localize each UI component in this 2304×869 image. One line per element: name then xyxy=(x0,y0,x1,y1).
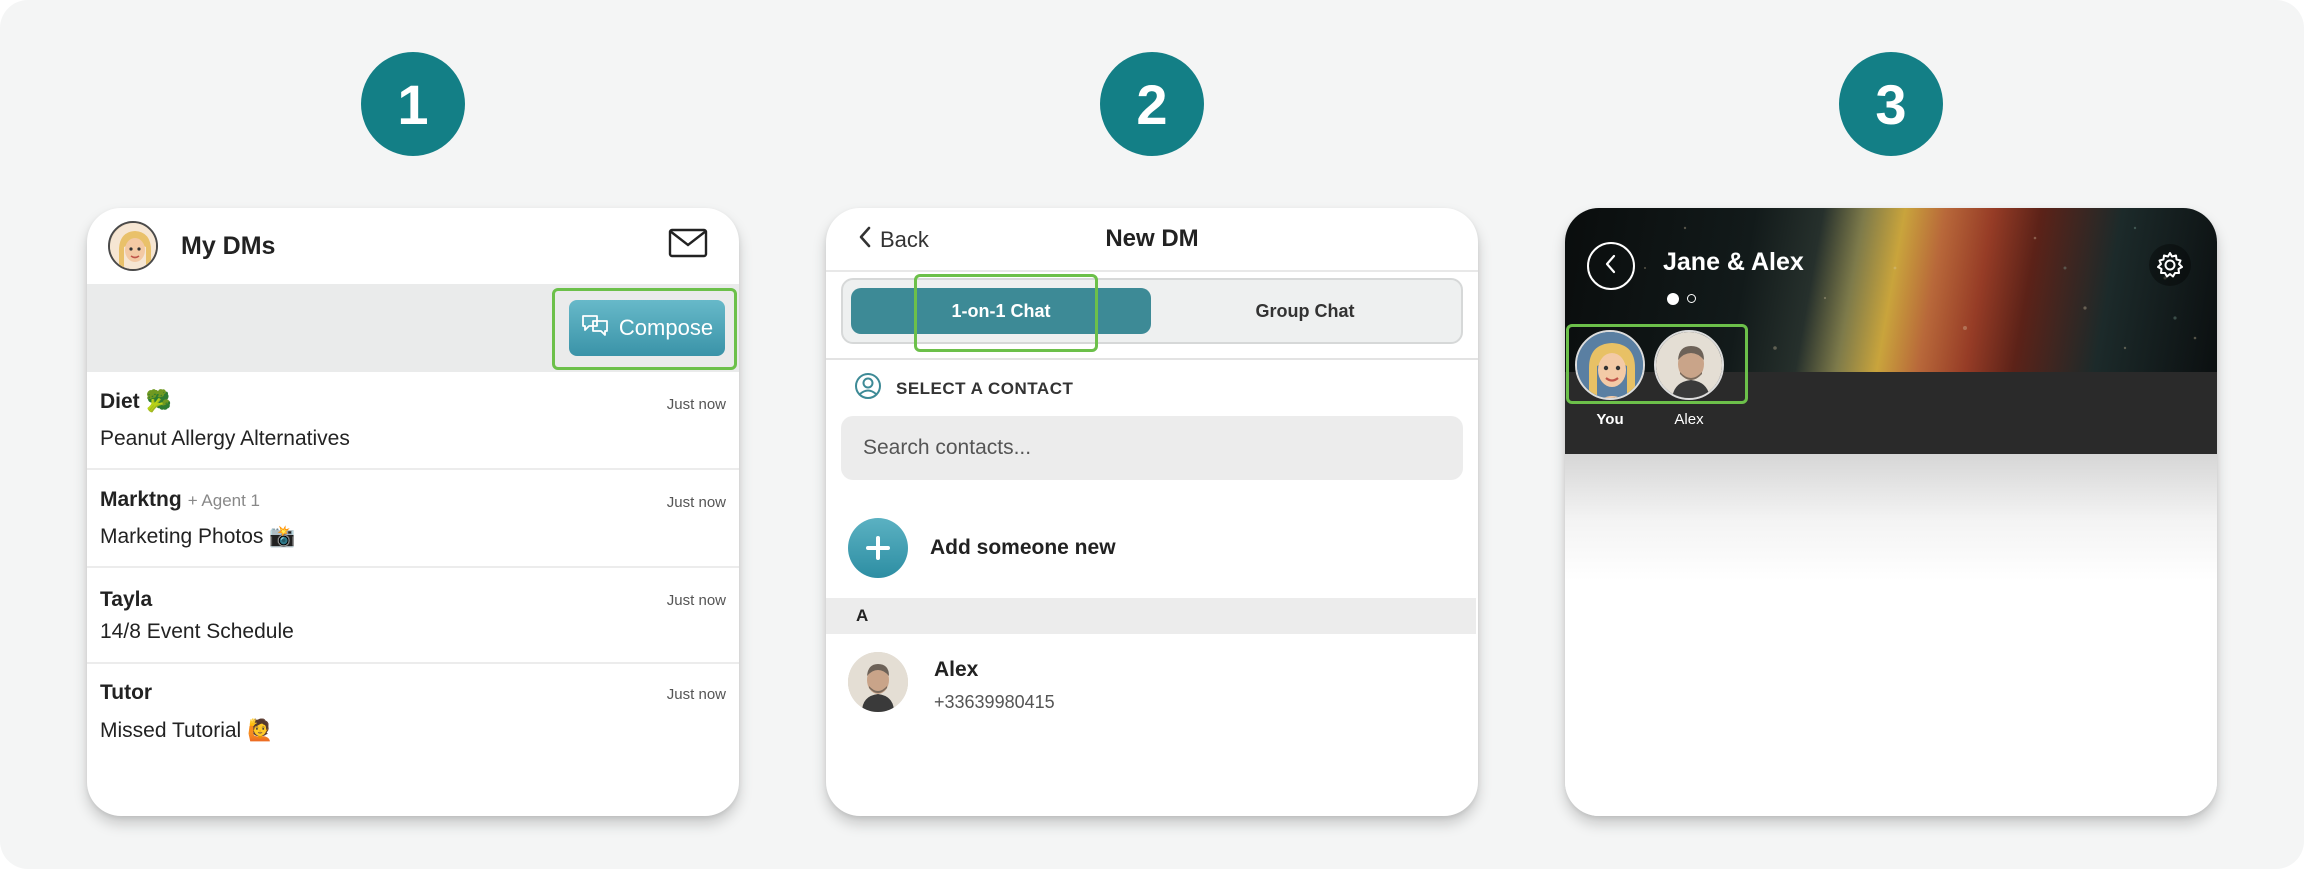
new-dm-screen: New DM Back 1-on-1 Chat Group Chat SELEC… xyxy=(826,208,1478,816)
dm-name: Tayla xyxy=(100,588,153,611)
chevron-left-icon xyxy=(858,226,872,254)
dm-time: Just now xyxy=(666,494,726,511)
dm-name: Diet 🥦 xyxy=(100,390,172,413)
participant-label-you: You xyxy=(1596,411,1624,428)
dm-row[interactable]: Diet 🥦 Just now Peanut Allergy Alternati… xyxy=(87,372,739,470)
dm-row[interactable]: Tayla Just now 14/8 Event Schedule xyxy=(87,568,739,664)
dm-time: Just now xyxy=(666,592,726,609)
step-badge-3: 3 xyxy=(1839,52,1943,156)
contact-phone: +33639980415 xyxy=(934,692,1055,712)
dm-name: Tutor xyxy=(100,681,153,704)
add-someone-new-label: Add someone new xyxy=(930,536,1116,559)
dm-subtitle: Missed Tutorial 🙋 xyxy=(100,719,274,742)
one-on-one-highlight xyxy=(914,274,1098,352)
dm-name: Marktng + Agent 1 xyxy=(100,488,261,511)
chevron-left-icon xyxy=(1604,253,1618,280)
tab-group-chat[interactable]: Group Chat xyxy=(1153,288,1457,334)
dm-time: Just now xyxy=(666,686,726,703)
dm-subtitle: Marketing Photos 📸 xyxy=(100,525,296,548)
page-title: My DMs xyxy=(181,232,276,260)
contact-index-header: A xyxy=(826,598,1476,634)
add-someone-new-button[interactable]: Add someone new xyxy=(848,518,1116,578)
dm-subtitle: 14/8 Event Schedule xyxy=(100,620,294,643)
step-badge-2: 2 xyxy=(1100,52,1204,156)
contact-avatar xyxy=(848,652,908,712)
new-dm-header: New DM Back xyxy=(826,208,1478,272)
user-avatar[interactable] xyxy=(108,221,158,271)
person-icon xyxy=(854,372,882,405)
page-indicator-dot xyxy=(1687,294,1696,303)
compose-highlight xyxy=(552,288,737,370)
back-label: Back xyxy=(880,227,929,252)
tutorial-stage: 1 2 3 My DMs Compose Diet 🥦 Just now Pea… xyxy=(0,0,2304,869)
plus-icon xyxy=(848,518,908,578)
back-button[interactable]: Back xyxy=(858,226,929,254)
select-contact-heading: SELECT A CONTACT xyxy=(854,372,1073,405)
dm-subtitle: Peanut Allergy Alternatives xyxy=(100,427,350,450)
dm-time: Just now xyxy=(666,396,726,413)
dm-agent-tag: + Agent 1 xyxy=(187,491,261,510)
chat-title: Jane & Alex xyxy=(1663,248,1804,276)
participant-label-alex: Alex xyxy=(1674,411,1704,428)
dm-row[interactable]: Tutor Just now Missed Tutorial 🙋 xyxy=(87,664,739,760)
search-contacts-input[interactable] xyxy=(841,416,1463,480)
my-dms-screen: My DMs Compose Diet 🥦 Just now Peanut Al… xyxy=(87,208,739,816)
contact-name: Alex xyxy=(934,658,979,681)
gear-icon[interactable] xyxy=(2149,244,2191,286)
my-dms-header: My DMs xyxy=(87,208,739,284)
step-badge-1: 1 xyxy=(361,52,465,156)
chat-screen: Jane & Alex You Alex xyxy=(1565,208,2217,816)
mail-icon[interactable] xyxy=(668,228,708,263)
select-contact-label: SELECT A CONTACT xyxy=(896,378,1074,398)
participants-highlight xyxy=(1566,324,1748,404)
dm-row[interactable]: Marktng + Agent 1 Just now Marketing Phot… xyxy=(87,470,739,568)
divider xyxy=(826,358,1478,360)
back-button[interactable] xyxy=(1587,242,1635,290)
page-indicator-dot-active xyxy=(1667,293,1679,305)
chat-body xyxy=(1565,454,2217,816)
